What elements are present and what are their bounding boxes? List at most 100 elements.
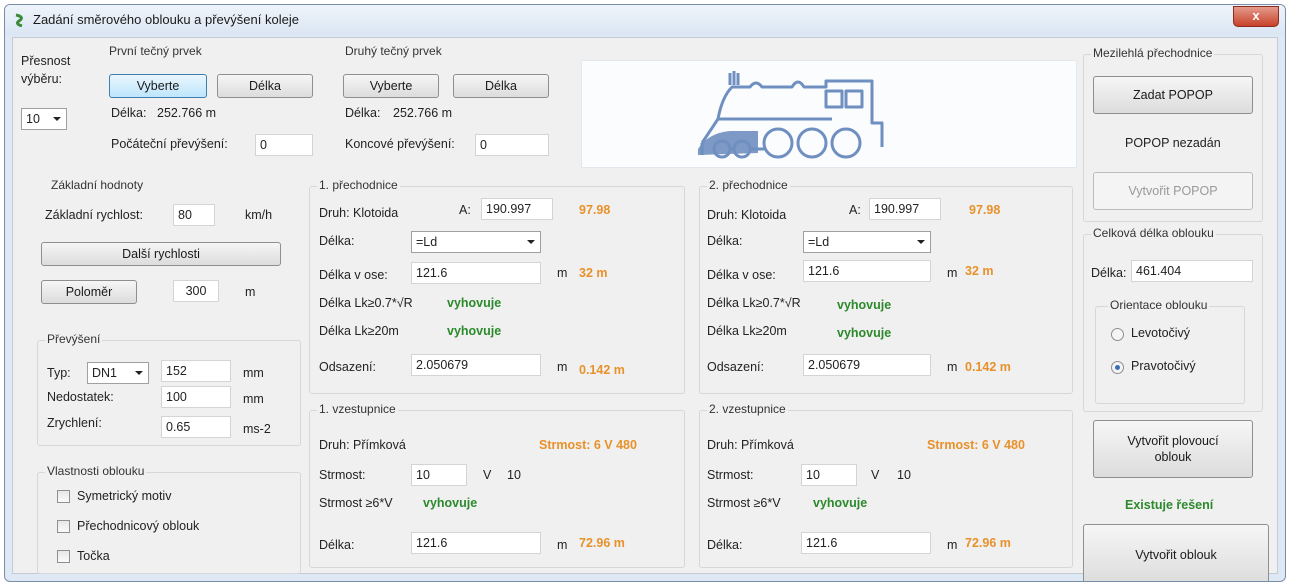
- ramp-2-steep-input[interactable]: 10: [801, 464, 857, 486]
- transition-1-check2-label: Délka Lk≥20m: [319, 324, 399, 338]
- transition-1-offset-input[interactable]: 2.050679: [411, 354, 541, 376]
- transition-2-title: 2. přechodnice: [707, 178, 790, 192]
- transition-2-check2-result: vyhovuje: [837, 326, 892, 340]
- right-turn-radio[interactable]: [1111, 361, 1124, 374]
- ramp-2-steep-result: Strmost: 6 V 480: [927, 438, 1025, 452]
- second-tangent-title: Druhý tečný prvek: [343, 44, 444, 58]
- more-speeds-button[interactable]: Další rychlosti: [41, 242, 281, 266]
- ramp-2-check-result: vyhovuje: [813, 496, 868, 510]
- create-popop-button[interactable]: Vytvořit POPOP: [1093, 172, 1253, 210]
- transition-2-offset-unit: m: [947, 360, 958, 374]
- deficit-label: Nedostatek:: [47, 390, 114, 404]
- ramp-1-v-value: 10: [507, 468, 521, 482]
- ramp-2-v-label: V: [871, 468, 880, 482]
- transition-1-check1-label: Délka Lk≥0.7*√R: [319, 296, 413, 310]
- transition-2-a-input[interactable]: 190.997: [869, 198, 941, 220]
- precision-value: 10: [26, 112, 40, 126]
- transition-2-length-select[interactable]: =Ld: [803, 231, 931, 253]
- transition-2-check2-label: Délka Lk≥20m: [707, 324, 787, 338]
- transition-2-axis-input[interactable]: 121.6: [803, 260, 931, 282]
- transition-1-kind: Druh: Klotoida: [319, 206, 399, 220]
- second-select-button[interactable]: Vyberte: [343, 74, 439, 98]
- transition-2-length-select-value: =Ld: [808, 235, 830, 249]
- ramp-2-check-label: Strmost ≥6*V: [707, 496, 781, 510]
- radius-input[interactable]: 300: [173, 280, 219, 302]
- ramp-1-kind: Druh: Přímková: [319, 438, 406, 452]
- first-length-button[interactable]: Délka: [217, 74, 313, 98]
- cant-type-label: Typ:: [47, 366, 71, 380]
- create-floating-curve-button[interactable]: Vytvořit plovoucí oblouk: [1093, 420, 1253, 478]
- second-length-label: Délka:: [345, 106, 381, 120]
- transition-1-length-select[interactable]: =Ld: [411, 231, 541, 253]
- base-speed-input[interactable]: 80: [173, 204, 215, 226]
- transition-1-offset-result: 0.142 m: [579, 363, 625, 377]
- transition-1-axis-input[interactable]: 121.6: [411, 262, 541, 284]
- dialog-window: Zadání směrového oblouku a převýšení kol…: [4, 4, 1286, 582]
- second-cant-input[interactable]: 0: [475, 134, 549, 156]
- create-curve-button[interactable]: Vytvořit oblouk: [1083, 524, 1269, 581]
- ramp-1-length-label: Délka:: [319, 538, 355, 552]
- accel-input[interactable]: 0.65: [161, 416, 231, 438]
- chevron-down-icon: [527, 240, 535, 244]
- transition-2-offset-label: Odsazení:: [707, 360, 764, 374]
- radius-button[interactable]: Poloměr: [41, 280, 137, 304]
- precision-label-2: výběru:: [21, 72, 62, 86]
- accel-unit: ms-2: [243, 422, 271, 436]
- base-speed-label: Základní rychlost:: [45, 208, 143, 222]
- locomotive-image: [581, 60, 1077, 168]
- transition-1-a-input[interactable]: 190.997: [481, 198, 553, 220]
- loop-checkbox[interactable]: [57, 550, 70, 563]
- transition-1-offset-label: Odsazení:: [319, 360, 376, 374]
- transition-2-check1-result: vyhovuje: [837, 298, 892, 312]
- first-select-button[interactable]: Vyberte: [109, 74, 207, 98]
- ramp-1-steep-result: Strmost: 6 V 480: [539, 438, 637, 452]
- transition-1-a-result: 97.98: [579, 203, 611, 217]
- cant-type-select[interactable]: DN1: [87, 362, 149, 384]
- transition-2-a-label: A:: [849, 203, 861, 217]
- first-length-value: 252.766 m: [157, 106, 217, 120]
- ramp-1-length-input[interactable]: 121.6: [411, 532, 541, 554]
- ramp-1-steep-input[interactable]: 10: [411, 464, 467, 486]
- transition-1-offset-unit: m: [557, 360, 568, 374]
- total-length-title: Celková délka oblouku: [1091, 226, 1216, 240]
- right-turn-label: Pravotočivý: [1131, 359, 1196, 373]
- transition-2-kind: Druh: Klotoida: [707, 208, 787, 222]
- dialog-body: Přesnost výběru: 10 První tečný prvek Vy…: [12, 37, 1278, 581]
- total-length-input[interactable]: 461.404: [1131, 260, 1253, 282]
- enter-popop-button[interactable]: Zadat POPOP: [1093, 76, 1253, 114]
- cant-type-value: DN1: [92, 366, 118, 380]
- first-length-label: Délka:: [111, 106, 147, 120]
- transition-2-axis-unit: m: [947, 266, 958, 280]
- symmetric-checkbox[interactable]: [57, 490, 70, 503]
- close-button[interactable]: x: [1233, 6, 1279, 27]
- ramp-2-length-result: 72.96 m: [965, 536, 1011, 550]
- transition-2-check1-label: Délka Lk≥0.7*√R: [707, 296, 801, 310]
- transition-2-offset-input[interactable]: 2.050679: [803, 354, 931, 376]
- radius-unit: m: [245, 285, 256, 299]
- accel-label: Zrychlení:: [47, 416, 102, 430]
- ramp-1-steep-label: Strmost:: [319, 468, 366, 482]
- first-cant-label: Počáteční převýšení:: [111, 137, 228, 151]
- window-title: Zadání směrového oblouku a převýšení kol…: [33, 12, 299, 27]
- ramp-1-length-result: 72.96 m: [579, 536, 625, 550]
- transition-2-axis-result: 32 m: [965, 264, 994, 278]
- precision-label: Přesnost: [21, 54, 71, 68]
- ramp-2-length-input[interactable]: 121.6: [801, 532, 931, 554]
- cant-value-input[interactable]: 152: [161, 360, 231, 382]
- transition-1-axis-unit: m: [557, 266, 568, 280]
- orientation-title: Orientace oblouku: [1108, 298, 1210, 312]
- ramp-2-v-value: 10: [897, 468, 911, 482]
- deficit-input[interactable]: 100: [161, 386, 231, 408]
- ramp-1-title: 1. vzestupnice: [317, 402, 398, 416]
- transition-1-check2-result: vyhovuje: [447, 324, 502, 338]
- chevron-down-icon: [917, 240, 925, 244]
- precision-select[interactable]: 10: [21, 108, 67, 130]
- left-turn-radio[interactable]: [1111, 328, 1124, 341]
- second-length-button[interactable]: Délka: [453, 74, 549, 98]
- transition-2-offset-result: 0.142 m: [965, 360, 1011, 374]
- chevron-down-icon: [135, 371, 143, 375]
- ramp-2-length-unit: m: [947, 538, 958, 552]
- first-cant-input[interactable]: 0: [255, 134, 313, 156]
- cant-unit: mm: [243, 366, 264, 380]
- transition-curve-checkbox[interactable]: [57, 520, 70, 533]
